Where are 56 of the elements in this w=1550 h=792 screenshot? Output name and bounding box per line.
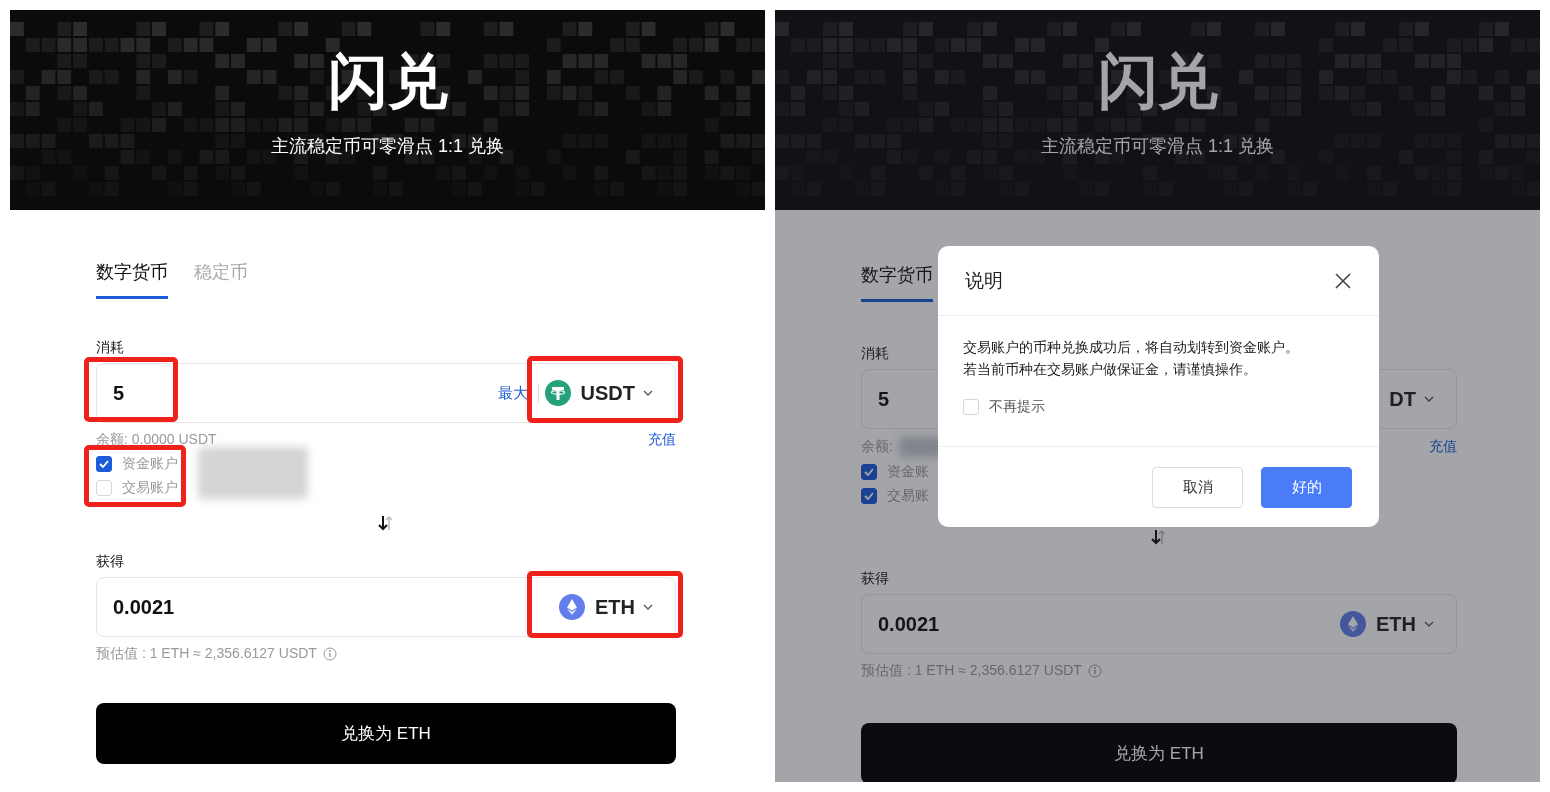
account-label: 交易账: [887, 487, 929, 505]
dialog-text: 交易账户的币种兑换成功后，将自动划转到资金账户。: [963, 338, 1300, 357]
banner-title: 闪兑: [1097, 52, 1218, 112]
swap-button[interactable]: 兑换为 ETH: [96, 703, 676, 764]
account-label: 交易账户: [122, 479, 178, 497]
estimate-text: 预估值 : 1 ETH ≈ 2,356.6127 USDT: [861, 662, 1082, 680]
amount-field[interactable]: 0.0021 ETH: [96, 577, 676, 637]
account-label: 资金账户: [122, 455, 178, 473]
chevron-down-icon: [643, 604, 653, 610]
chevron-down-icon: [1424, 621, 1434, 627]
checkbox[interactable]: [96, 456, 112, 472]
info-icon[interactable]: [322, 647, 337, 661]
deposit-link[interactable]: 充值: [648, 431, 676, 449]
ethereum-icon: [1340, 611, 1366, 637]
swap-button[interactable]: 兑换为 ETH: [861, 723, 1457, 782]
field-label: 获得: [96, 553, 124, 571]
chevron-down-icon: [1424, 396, 1434, 402]
token-select[interactable]: DT: [1383, 387, 1434, 411]
token-select[interactable]: ETH: [1334, 611, 1434, 637]
field-label: 消耗: [861, 345, 889, 363]
tab[interactable]: 数字货币: [861, 263, 933, 302]
deposit-link[interactable]: 充值: [1429, 438, 1457, 456]
amount-value: 5: [878, 387, 890, 411]
dialog-text: 若当前币种在交易账户做保证金，请谨慎操作。: [963, 360, 1258, 379]
amount-field[interactable]: 0.0021 ETH: [861, 594, 1457, 654]
chevron-down-icon: [643, 390, 653, 396]
cancel-button[interactable]: 取消: [1152, 467, 1243, 508]
tab[interactable]: 数字货币: [96, 260, 168, 299]
swap-arrows-icon: [378, 515, 394, 531]
check-icon: [99, 460, 109, 468]
amount-field[interactable]: 5 最大 USDT: [96, 363, 676, 423]
checkbox[interactable]: [861, 488, 877, 504]
estimate-text: 预估值 : 1 ETH ≈ 2,356.6127 USDT: [96, 645, 317, 663]
tether-icon: [544, 380, 571, 406]
confirm-button[interactable]: 好的: [1261, 467, 1352, 508]
balance-text: 余额:: [861, 438, 893, 456]
ethereum-icon: [559, 594, 585, 620]
field-label: 获得: [861, 570, 889, 588]
swap-arrows-icon: [1151, 529, 1167, 545]
banner-subtitle: 主流稳定币可零滑点 1:1 兑换: [1041, 135, 1274, 158]
dialog-title: 说明: [965, 268, 1003, 293]
check-icon: [864, 492, 874, 500]
amount-value: 0.0021: [113, 595, 175, 619]
check-icon: [864, 468, 874, 476]
banner-title: 闪兑: [327, 52, 448, 112]
amount-value: 5: [113, 381, 125, 405]
amount-value: 0.0021: [878, 612, 940, 636]
banner-subtitle: 主流稳定币可零滑点 1:1 兑换: [271, 135, 504, 158]
max-link[interactable]: 最大: [497, 383, 539, 403]
field-label: 消耗: [96, 339, 124, 357]
token-select[interactable]: ETH: [553, 594, 653, 620]
checkbox-label: 不再提示: [989, 398, 1045, 416]
close-icon[interactable]: [1334, 271, 1352, 290]
account-label: 资金账: [887, 463, 929, 481]
token-select[interactable]: USDT: [538, 380, 653, 406]
checkbox[interactable]: [861, 464, 877, 480]
